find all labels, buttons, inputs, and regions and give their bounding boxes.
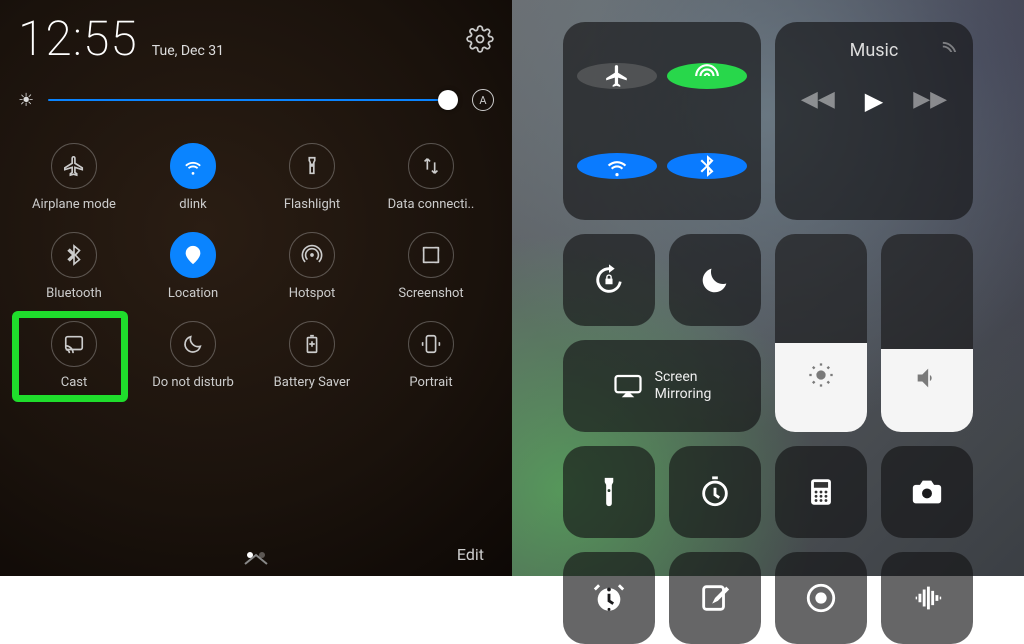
volume-fill [881, 349, 973, 432]
brightness-icon: ☀ [18, 90, 34, 111]
auto-brightness-toggle[interactable]: A [472, 89, 494, 111]
tile-data[interactable]: Data connecti.. [375, 139, 487, 216]
airplane-icon [604, 63, 630, 89]
alarm-clock-icon [592, 581, 626, 615]
brightness-row: ☀ A [18, 89, 494, 111]
record-icon [804, 581, 838, 615]
cast-icon[interactable] [51, 321, 97, 367]
flashlight-icon[interactable] [289, 143, 335, 189]
tile-cast[interactable]: Cast [18, 317, 130, 394]
settings-gear-icon[interactable] [466, 25, 494, 53]
tile-bluetooth[interactable]: Bluetooth [18, 228, 130, 305]
screen-record-button[interactable] [775, 552, 867, 644]
edit-button[interactable]: Edit [457, 545, 484, 564]
do-not-disturb-toggle[interactable] [669, 234, 761, 326]
tile-label: Battery Saver [274, 375, 351, 390]
android-footer: Edit [0, 545, 512, 564]
ios-grid: Music ◀◀ ▶ ▶▶ Scre [564, 22, 972, 644]
brightness-slider-thumb[interactable] [438, 90, 458, 110]
music-card[interactable]: Music ◀◀ ▶ ▶▶ [775, 22, 973, 220]
chevron-up-icon[interactable] [243, 552, 269, 566]
bluetooth-icon [694, 153, 720, 179]
music-title: Music [850, 40, 899, 61]
airplane-icon[interactable] [51, 143, 97, 189]
tile-label: Flashlight [284, 197, 340, 212]
battery-icon[interactable] [289, 321, 335, 367]
calculator-button[interactable] [775, 446, 867, 538]
screen-mirroring-label: ScreenMirroring [655, 369, 712, 404]
tile-hotspot[interactable]: Hotspot [256, 228, 368, 305]
wifi-icon[interactable] [170, 143, 216, 189]
previous-track-button[interactable]: ◀◀ [801, 87, 835, 115]
airplane-mode-toggle[interactable] [577, 63, 657, 89]
portrait-icon[interactable] [408, 321, 454, 367]
android-quick-settings-panel: 12:55 Tue, Dec 31 ☀ A Airplane mode dlink… [0, 0, 512, 576]
notes-button[interactable] [669, 552, 761, 644]
alarm-button[interactable] [563, 552, 655, 644]
tile-label: Airplane mode [32, 197, 116, 212]
next-track-button[interactable]: ▶▶ [913, 87, 947, 115]
android-header: 12:55 Tue, Dec 31 [18, 10, 494, 67]
screenshot-icon[interactable] [408, 232, 454, 278]
clock-time: 12:55 [18, 10, 138, 67]
tile-label: Hotspot [289, 286, 336, 301]
screen-mirroring-icon [613, 373, 643, 399]
airplay-corner-icon[interactable] [941, 30, 963, 52]
hotspot-icon[interactable] [289, 232, 335, 278]
screen-mirroring-button[interactable]: ScreenMirroring [563, 340, 761, 432]
orientation-lock-toggle[interactable] [563, 234, 655, 326]
quick-tile-grid: Airplane mode dlink Flashlight Data connect… [18, 139, 494, 394]
camera-icon [910, 475, 944, 509]
cellular-icon [694, 63, 720, 89]
flashlight-button[interactable] [563, 446, 655, 538]
tile-wifi[interactable]: dlink [137, 139, 249, 216]
cellular-data-toggle[interactable] [667, 63, 747, 89]
tile-flashlight[interactable]: Flashlight [256, 139, 368, 216]
tile-airplane[interactable]: Airplane mode [18, 139, 130, 216]
clock-date: Tue, Dec 31 [152, 43, 224, 59]
camera-button[interactable] [881, 446, 973, 538]
brightness-slider[interactable] [48, 99, 458, 101]
tile-portrait[interactable]: Portrait [375, 317, 487, 394]
volume-slider-ios[interactable] [881, 234, 973, 432]
tile-label: Screenshot [398, 286, 463, 301]
wifi-icon [604, 153, 630, 179]
data-icon[interactable] [408, 143, 454, 189]
tile-battery[interactable]: Battery Saver [256, 317, 368, 394]
timer-button[interactable] [669, 446, 761, 538]
orientation-lock-icon [592, 263, 626, 297]
tile-location[interactable]: Location [137, 228, 249, 305]
tile-label: Do not disturb [152, 375, 234, 390]
tile-label: dlink [179, 197, 206, 212]
tile-label: Data connecti.. [388, 197, 475, 212]
tile-label: Portrait [409, 375, 452, 390]
location-icon[interactable] [170, 232, 216, 278]
music-controls: ◀◀ ▶ ▶▶ [801, 87, 947, 115]
play-button[interactable]: ▶ [865, 87, 883, 115]
tile-label: Cast [61, 375, 88, 390]
clock-row: 12:55 Tue, Dec 31 [18, 10, 224, 67]
timer-icon [698, 475, 732, 509]
moon-icon [698, 263, 732, 297]
bluetooth-icon[interactable] [51, 232, 97, 278]
waveform-icon [910, 581, 944, 615]
dnd-icon[interactable] [170, 321, 216, 367]
tile-label: Bluetooth [46, 286, 102, 301]
bluetooth-toggle[interactable] [667, 153, 747, 179]
connectivity-card[interactable] [563, 22, 761, 220]
hearing-button[interactable] [881, 552, 973, 644]
tile-dnd[interactable]: Do not disturb [137, 317, 249, 394]
tile-label: Location [168, 286, 218, 301]
wifi-toggle[interactable] [577, 153, 657, 179]
sun-icon [807, 361, 835, 389]
brightness-slider-ios[interactable] [775, 234, 867, 432]
ios-control-center: Music ◀◀ ▶ ▶▶ Scre [512, 0, 1024, 576]
flashlight-icon [592, 475, 626, 509]
compose-icon [698, 581, 732, 615]
speaker-icon [913, 364, 941, 392]
tile-screenshot[interactable]: Screenshot [375, 228, 487, 305]
brightness-fill [775, 343, 867, 432]
calculator-icon [804, 475, 838, 509]
